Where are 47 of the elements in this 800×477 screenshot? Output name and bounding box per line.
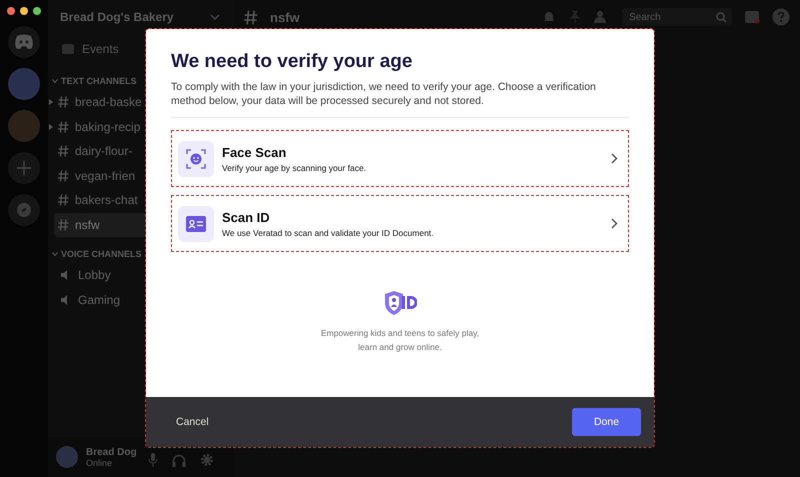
hashtag-icon [244,10,258,24]
option-title: Face Scan [222,144,288,160]
chevron-right-icon [611,218,618,229]
option-description: Verify your age by scanning your face. [222,162,368,172]
server-name[interactable]: Bread Dog's Bakery [60,10,174,24]
face-scan-icon [186,148,206,168]
chevron-right-icon [611,153,618,164]
category-header[interactable]: TEXT CHANNELS [61,76,137,86]
voice-channel-item[interactable]: Lobby [48,263,228,288]
chevron-down-icon[interactable] [52,252,58,256]
dialog-description: To comply with the law in your jurisdiction, we need to verify your age. Choose a verification method below, your data will be processed securely and not stored. [171,80,597,108]
search-input[interactable]: Search [627,10,716,24]
cancel-button[interactable]: Cancel [166,410,219,434]
headphones-icon[interactable] [172,454,186,466]
add-server-icon[interactable] [8,152,40,184]
compass-icon[interactable] [8,194,40,226]
done-button[interactable]: Done [572,408,641,436]
bread-server-icon[interactable] [8,110,40,142]
settings-icon[interactable] [200,453,214,467]
chat-logo-icon[interactable] [8,26,40,58]
inbox-icon[interactable] [744,10,760,24]
help-icon[interactable] [772,8,790,26]
hashtag-icon [58,218,69,231]
hashtag-icon [58,194,69,206]
id-card-icon [186,216,206,232]
chevron-down-icon[interactable] [210,14,220,20]
microphone-icon[interactable] [148,453,158,467]
search-field[interactable]: Search [622,8,732,26]
dialog-title: We need to verify your age [171,51,414,73]
hashtag-icon [58,170,69,182]
hashtag-icon [58,96,69,108]
channel-title: nsfw [270,10,300,24]
user-avatar[interactable] [56,446,78,468]
hashtag-icon [58,145,69,158]
search-icon[interactable] [716,12,727,22]
user-name: Bread Dog [86,446,137,458]
verification-option[interactable]: Scan ID We use Veratad to scan and validate your ID Document. [171,195,629,252]
server-avatar[interactable] [8,68,40,100]
brand-tagline: Empowering kids and teens to safely play, learn and grow online. [320,327,480,354]
verification-option[interactable]: Face Scan Verify your age by scanning your face. [171,130,629,187]
category-header[interactable]: VOICE CHANNELS [61,249,142,259]
user-status: Online [86,458,114,468]
voice-channel-item[interactable]: Gaming [48,288,228,312]
chevron-down-icon[interactable] [52,79,58,83]
hashtag-icon [58,120,69,133]
kid-shield-logo-icon [383,290,417,316]
bell-icon[interactable] [542,10,556,24]
